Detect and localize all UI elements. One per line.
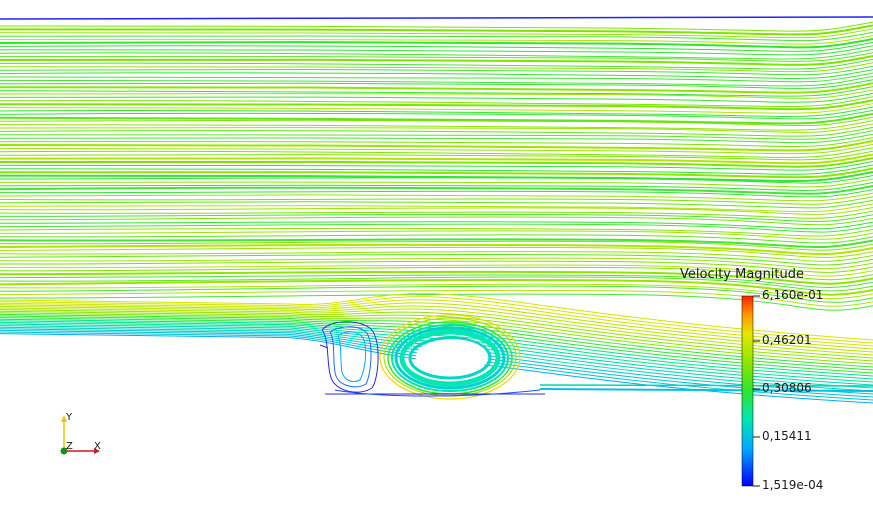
orientation-axes: Y Z X bbox=[60, 412, 101, 455]
colorbar-title: Velocity Magnitude bbox=[680, 267, 805, 282]
recirculation-vortex bbox=[379, 314, 521, 400]
colorbar-label-min: 1,519e-04 bbox=[762, 478, 824, 492]
colorbar-label-max: 6,160e-01 bbox=[762, 288, 824, 302]
colorbar-label-3: 0,30806 bbox=[762, 381, 812, 395]
flow-viewport[interactable]: Y Z X bbox=[0, 0, 873, 516]
axis-y-label: Y bbox=[65, 412, 73, 423]
streamline bbox=[0, 196, 873, 205]
colorbar-label-4: 0,15411 bbox=[762, 429, 812, 443]
axis-z-label: Z bbox=[66, 441, 73, 452]
streamline bbox=[0, 112, 873, 125]
colorbar-label-2: 0,46201 bbox=[762, 333, 812, 347]
streamline bbox=[0, 199, 873, 209]
top-boundary-streamline bbox=[0, 16, 873, 20]
streamline bbox=[0, 181, 873, 191]
axis-x-label: X bbox=[94, 441, 101, 452]
